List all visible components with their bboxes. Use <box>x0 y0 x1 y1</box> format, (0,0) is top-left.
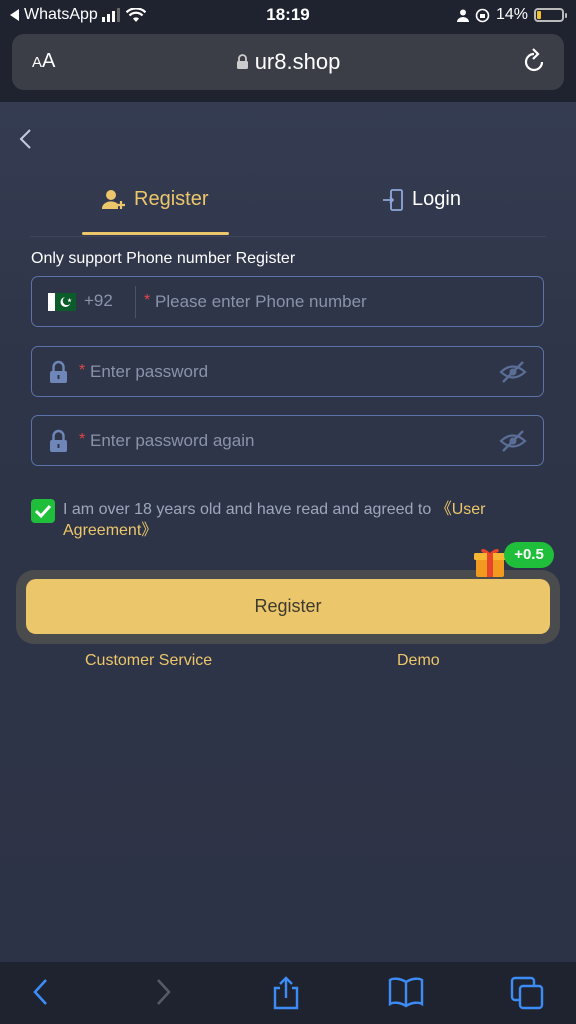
address-bar[interactable]: AA ur8.shop <box>12 34 564 90</box>
login-door-icon <box>383 188 403 211</box>
status-bar: WhatsApp 18:19 14% <box>0 0 576 30</box>
agreement-checkbox[interactable] <box>31 499 55 523</box>
lock-icon <box>236 54 248 69</box>
tab-register[interactable]: Register <box>102 188 208 211</box>
back-arrow-icon[interactable] <box>18 128 32 150</box>
browser-forward-icon[interactable] <box>154 976 174 1008</box>
tabs-icon[interactable] <box>510 976 544 1010</box>
status-right: 14% <box>456 6 567 24</box>
register-button[interactable]: Register <box>26 579 550 634</box>
gift-icon[interactable] <box>472 543 508 579</box>
required-mark: * <box>79 362 86 379</box>
required-mark: * <box>79 431 86 448</box>
tab-login-label: Login <box>412 188 461 210</box>
share-icon[interactable] <box>270 976 302 1010</box>
browser-bottom-bar <box>0 962 576 1024</box>
agreement-text: I am over 18 years old and have read and… <box>63 501 486 539</box>
demo-link[interactable]: Demo <box>397 652 440 670</box>
password-again-field: * <box>31 415 544 466</box>
pakistan-flag-icon[interactable] <box>48 293 76 311</box>
phone-input[interactable] <box>153 277 537 327</box>
battery-percent: 14% <box>495 6 528 23</box>
browser-back-icon[interactable] <box>30 976 50 1008</box>
lock-icon <box>50 429 67 452</box>
register-button-frame: Register <box>16 570 560 644</box>
phone-field: +92 * <box>31 276 544 327</box>
url-text: ur8.shop <box>254 49 341 74</box>
bonus-badge: +0.5 <box>504 542 554 568</box>
person-icon <box>456 9 469 22</box>
tab-register-label: Register <box>134 188 209 210</box>
password-again-input[interactable] <box>88 416 482 466</box>
required-mark: * <box>144 292 151 309</box>
orientation-lock-icon <box>475 8 490 22</box>
phone-divider <box>135 286 136 318</box>
country-code[interactable]: +92 <box>84 291 113 311</box>
register-hint: Only support Phone number Register <box>31 250 296 267</box>
lock-icon <box>50 360 67 383</box>
page-content: Register Login Only support Phone number… <box>0 102 576 962</box>
auth-tabs: Register Login <box>30 180 546 237</box>
checkmark-icon <box>34 504 52 519</box>
battery-icon <box>534 8 567 22</box>
user-add-icon <box>102 189 125 209</box>
password-input[interactable] <box>88 347 482 397</box>
eye-hidden-icon[interactable] <box>499 361 527 383</box>
bookmarks-icon[interactable] <box>388 976 424 1008</box>
active-tab-indicator <box>82 232 229 235</box>
eye-hidden-icon[interactable] <box>499 430 527 452</box>
customer-service-link[interactable]: Customer Service <box>85 652 212 670</box>
url-display[interactable]: ur8.shop <box>12 49 564 75</box>
tab-login[interactable]: Login <box>382 188 461 211</box>
password-field: * <box>31 346 544 397</box>
browser-top-bar: AA ur8.shop <box>0 30 576 102</box>
reload-icon[interactable] <box>522 48 546 74</box>
